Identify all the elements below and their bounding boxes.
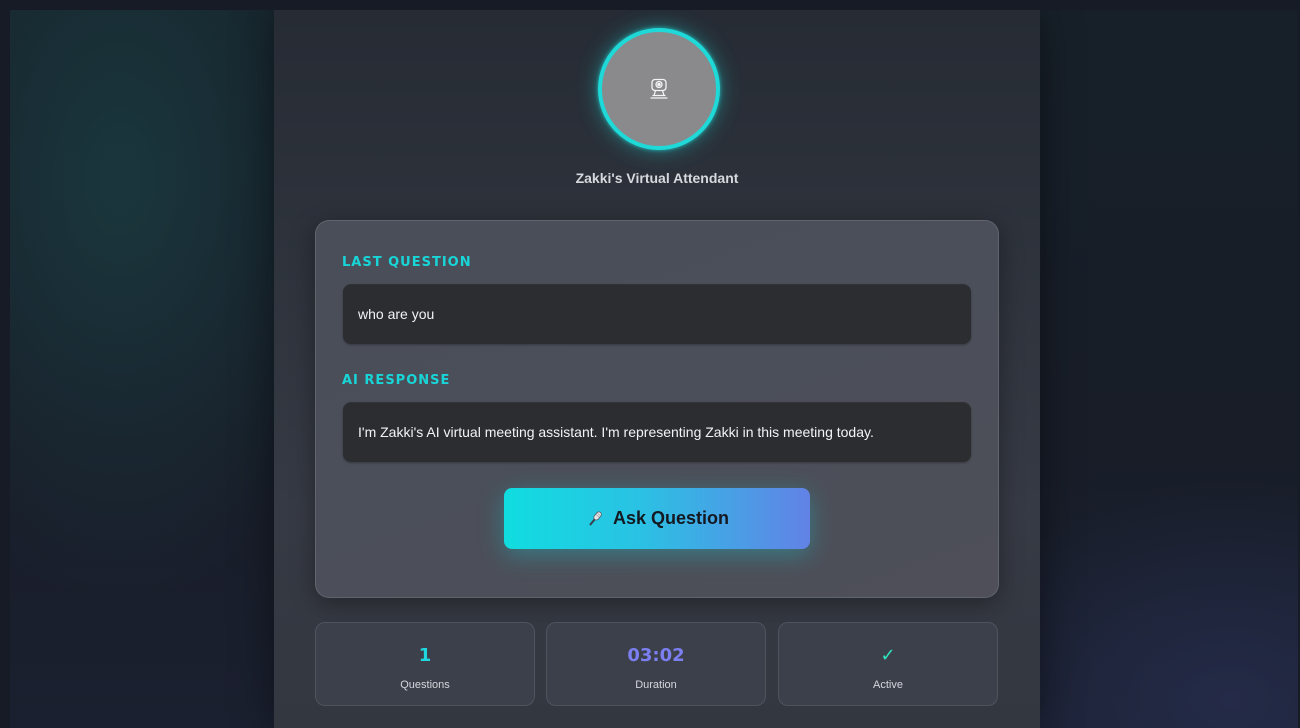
stat-duration: 03:02 Duration (546, 622, 766, 706)
stat-questions: 1 Questions (315, 622, 535, 706)
microphone-icon (589, 511, 602, 525)
stat-duration-value: 03:02 (627, 645, 685, 666)
ai-response-label: AI RESPONSE (342, 373, 451, 388)
stat-active-label: Active (873, 679, 903, 691)
ask-question-button[interactable]: Ask Question (504, 488, 810, 549)
attendant-name: Zakki's Virtual Attendant (575, 170, 739, 186)
stat-questions-value: 1 (418, 645, 432, 666)
status-check-icon: ✓ (880, 645, 896, 666)
ai-response-text: I'm Zakki's AI virtual meeting assistant… (343, 402, 971, 462)
attendant-panel: Zakki's Virtual Attendant LAST QUESTION … (274, 10, 1040, 728)
last-question-text: who are you (343, 284, 971, 344)
webcam-icon (650, 78, 668, 99)
stat-questions-label: Questions (400, 679, 450, 691)
attendant-avatar (598, 28, 720, 150)
app-screen: Zakki's Virtual Attendant LAST QUESTION … (10, 10, 1298, 728)
last-question-label: LAST QUESTION (342, 255, 472, 270)
ask-question-label: Ask Question (612, 508, 730, 528)
stat-duration-label: Duration (635, 679, 677, 691)
stat-active: ✓ Active (778, 622, 998, 706)
qa-card: LAST QUESTION who are you AI RESPONSE I'… (315, 220, 999, 598)
